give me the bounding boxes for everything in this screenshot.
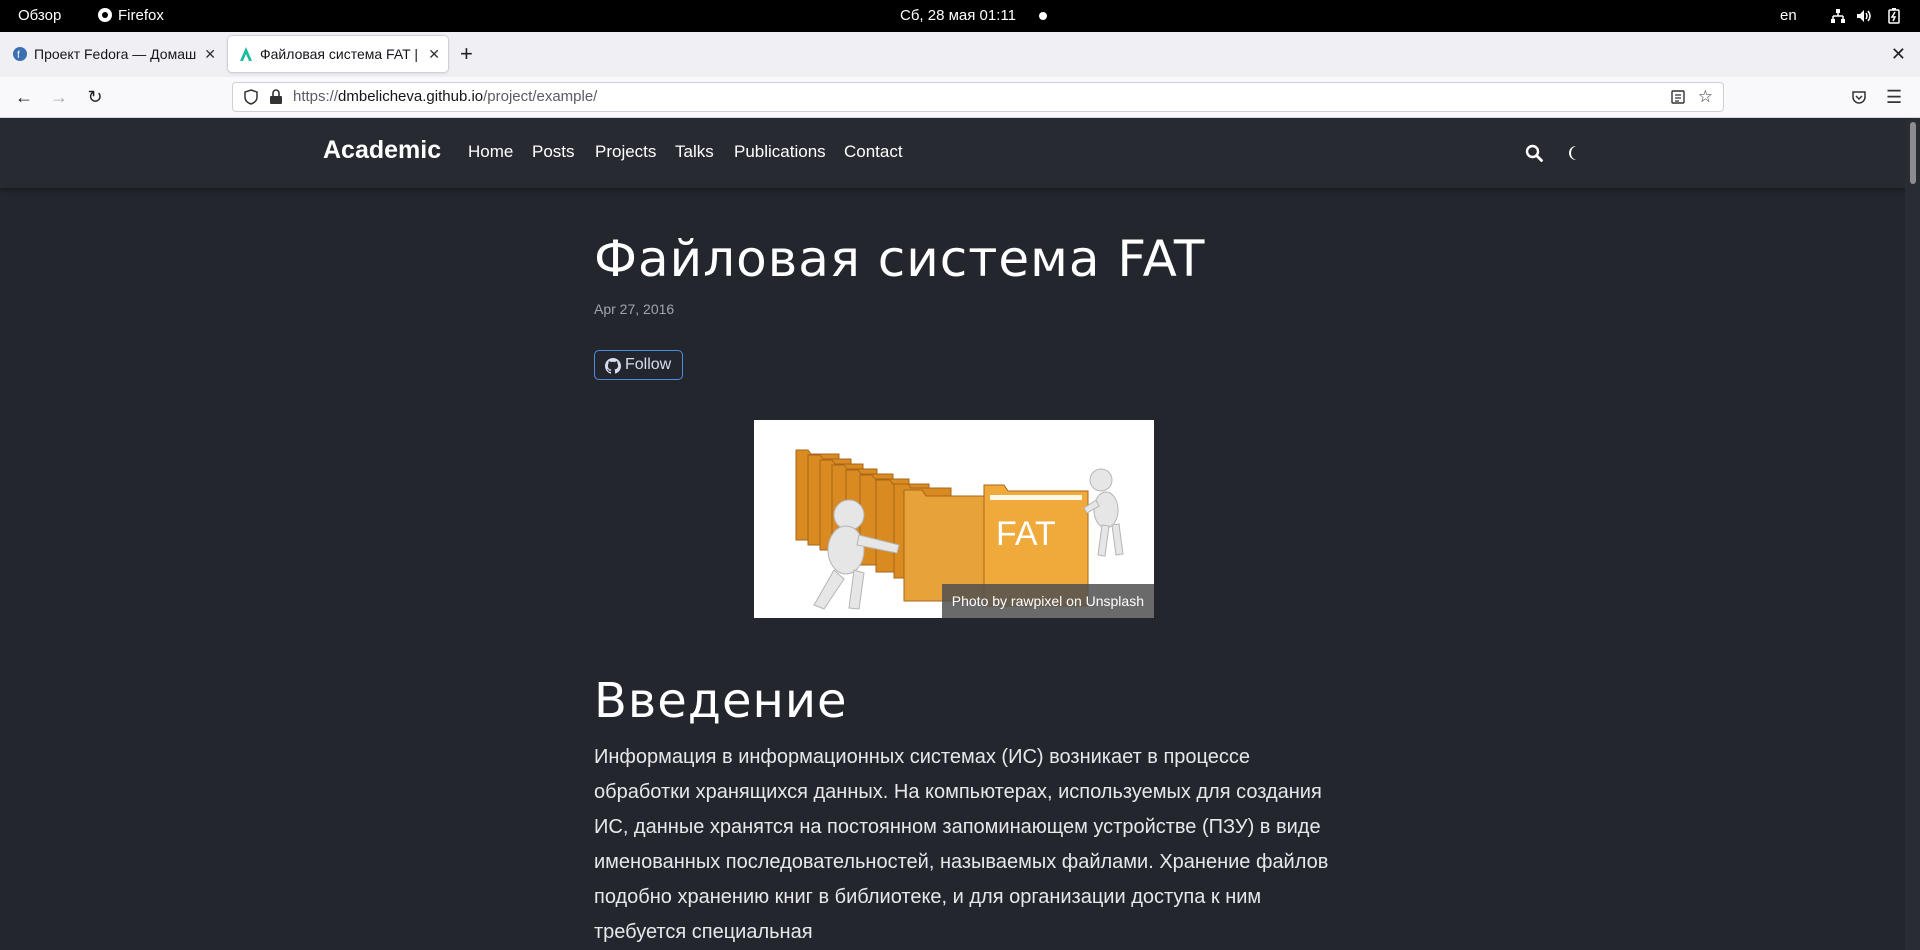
tab-strip: f Проект Fedora — Домашняя страница ✕ Фа… [0, 32, 1920, 77]
bookmark-star-icon[interactable]: ☆ [1698, 83, 1713, 111]
folder-label: FAT [996, 515, 1056, 553]
shield-icon[interactable] [243, 89, 259, 105]
firefox-icon [98, 8, 112, 22]
section-heading: Введение [594, 673, 848, 729]
keyboard-layout[interactable]: en [1780, 0, 1797, 32]
recording-indicator-icon [1039, 0, 1047, 32]
tab-fat-filesystem[interactable]: Файловая система FAT | Academic ✕ [228, 36, 448, 72]
tab-fedora[interactable]: f Проект Fedora — Домашняя страница ✕ [2, 36, 224, 72]
volume-icon[interactable] [1856, 8, 1872, 24]
intro-paragraph: Информация в информационных системах (ИС… [594, 746, 1329, 943]
page-scrollbar[interactable] [1905, 118, 1920, 950]
menu-hamburger-icon[interactable]: ☰ [1886, 85, 1902, 109]
url-bar[interactable]: https://dmbelicheva.github.io/project/ex… [232, 82, 1724, 112]
back-arrow-icon[interactable]: ← [12, 85, 36, 109]
network-icon[interactable] [1830, 8, 1846, 24]
nav-link-projects[interactable]: Projects [595, 142, 656, 162]
navigation-toolbar: ← → ↻ https://dmbelicheva.github.io/proj… [0, 77, 1920, 118]
fedora-icon: f [13, 47, 27, 61]
academic-icon [240, 47, 252, 61]
follow-label: Follow [625, 356, 672, 373]
featured-image: FAT Photo by rawpixel on Unsplash [754, 420, 1154, 618]
nav-link-contact[interactable]: Contact [844, 142, 903, 162]
site-brand[interactable]: Academic [323, 136, 441, 165]
nav-link-publications[interactable]: Publications [734, 142, 826, 162]
system-top-bar: Обзор Firefox Сб, 28 мая 01:11 en [0, 0, 1920, 32]
nav-link-posts[interactable]: Posts [532, 142, 575, 162]
url-text[interactable]: https://dmbelicheva.github.io/project/ex… [293, 83, 597, 111]
search-icon[interactable] [1525, 144, 1543, 162]
svg-text:f: f [17, 50, 20, 61]
nav-link-talks[interactable]: Talks [675, 142, 714, 162]
clock[interactable]: Сб, 28 мая 01:11 [900, 0, 1016, 32]
tab-title: Файловая система FAT | Academic [260, 46, 420, 62]
battery-icon[interactable] [1886, 8, 1902, 24]
publish-date: Apr 27, 2016 [594, 301, 675, 317]
reload-icon[interactable]: ↻ [83, 85, 107, 109]
activities-button[interactable]: Обзор [18, 0, 61, 32]
close-tab-icon[interactable]: ✕ [204, 36, 216, 72]
lock-icon[interactable] [269, 89, 283, 105]
site-navbar: Academic Home Posts Projects Talks Publi… [0, 118, 1905, 188]
scrollbar-thumb[interactable] [1910, 122, 1916, 184]
nav-link-home[interactable]: Home [468, 142, 513, 162]
web-page: Academic Home Posts Projects Talks Publi… [0, 118, 1920, 950]
close-window-icon[interactable]: ✕ [1891, 40, 1906, 68]
new-tab-plus-icon[interactable]: + [460, 40, 473, 68]
image-caption: Photo by rawpixel on Unsplash [941, 584, 1154, 618]
app-name: Firefox [118, 7, 164, 24]
tab-title: Проект Fedora — Домашняя страница [34, 46, 196, 62]
dark-mode-moon-icon[interactable] [1566, 144, 1584, 162]
page-title: Файловая система FAT [594, 230, 1206, 288]
app-menu[interactable]: Firefox [98, 0, 164, 32]
forward-arrow-icon[interactable]: → [47, 85, 71, 109]
pocket-icon[interactable] [1851, 89, 1867, 105]
github-icon [605, 358, 621, 374]
github-follow-button[interactable]: Follow [594, 350, 684, 380]
close-tab-icon[interactable]: ✕ [428, 36, 440, 72]
reader-view-icon[interactable] [1671, 90, 1685, 104]
